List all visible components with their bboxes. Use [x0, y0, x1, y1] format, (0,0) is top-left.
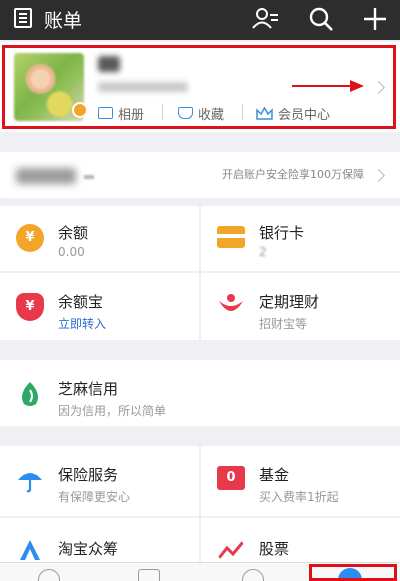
balance-icon: ¥: [16, 224, 44, 252]
insurance-icon: [18, 473, 42, 493]
stock-item[interactable]: 股票: [201, 518, 400, 562]
security-promo-text: 开启账户安全险享100万保障: [222, 168, 364, 181]
balance-label: 余额: [58, 224, 89, 242]
yuebao-item[interactable]: ¥ 余额宝 立即转入: [0, 273, 199, 340]
bank-card-icon: [217, 226, 245, 248]
sesame-credit-sub: 因为信用，所以简单: [58, 404, 167, 418]
security-row[interactable]: 开启账户安全险享100万保障: [0, 152, 400, 198]
stock-icon: [217, 541, 245, 559]
fund-label: 基金: [259, 466, 290, 484]
bank-card-count: 2: [259, 245, 267, 259]
contacts-icon[interactable]: [250, 4, 280, 34]
top-header: 账单: [0, 0, 400, 40]
fixed-finance-icon: [219, 294, 243, 311]
balance-value: 0.00: [58, 245, 85, 259]
annotation-arrow: [292, 85, 354, 87]
highlight-box: [2, 45, 396, 129]
fixed-finance-item[interactable]: 定期理财 招财宝等: [201, 273, 400, 340]
yuebao-transfer-link[interactable]: 立即转入: [58, 315, 106, 332]
fund-icon: 0: [217, 466, 245, 490]
insurance-item[interactable]: 保险服务 有保障更安心: [0, 446, 199, 516]
bank-card-item[interactable]: 银行卡 2: [201, 206, 400, 271]
crowdfunding-item[interactable]: 淘宝众筹: [0, 518, 199, 562]
highlight-box: [309, 564, 397, 581]
fund-item[interactable]: 0 基金 买入费率1折起: [201, 446, 400, 516]
crowdfunding-label: 淘宝众筹: [58, 540, 119, 558]
friends-tab-icon[interactable]: [242, 569, 264, 581]
fixed-finance-label: 定期理财: [259, 293, 320, 311]
home-tab-icon[interactable]: [38, 569, 60, 581]
redacted-dot: [84, 175, 94, 179]
balance-item[interactable]: ¥ 余额 0.00: [0, 206, 199, 271]
sesame-credit-icon: [22, 382, 38, 406]
insurance-label: 保险服务: [58, 466, 119, 484]
fund-glyph: 0: [226, 470, 236, 485]
balance-glyph: ¥: [25, 230, 35, 245]
yuebao-label: 余额宝: [58, 293, 104, 311]
insurance-sub: 有保障更安心: [58, 490, 131, 504]
chevron-right-icon: [372, 169, 385, 182]
koubei-tab-icon[interactable]: [138, 569, 160, 581]
annotation-arrow-head: [350, 80, 364, 92]
page-title: 账单: [44, 10, 83, 32]
plus-icon[interactable]: [360, 4, 390, 34]
fund-sub: 买入费率1折起: [259, 490, 339, 504]
fixed-finance-sub: 招财宝等: [259, 317, 308, 331]
document-icon[interactable]: [14, 8, 32, 28]
card-stripe: [217, 234, 245, 238]
sesame-credit-item[interactable]: 芝麻信用 因为信用，所以简单: [0, 360, 400, 426]
sesame-credit-label: 芝麻信用: [58, 380, 119, 398]
bank-card-label: 银行卡: [259, 224, 305, 242]
yuebao-glyph: ¥: [25, 299, 35, 314]
crowdfunding-icon: [20, 540, 40, 560]
yuebao-icon: ¥: [16, 293, 44, 321]
stock-label: 股票: [259, 540, 290, 558]
search-icon[interactable]: [306, 4, 336, 34]
security-label-redacted: [16, 168, 76, 184]
